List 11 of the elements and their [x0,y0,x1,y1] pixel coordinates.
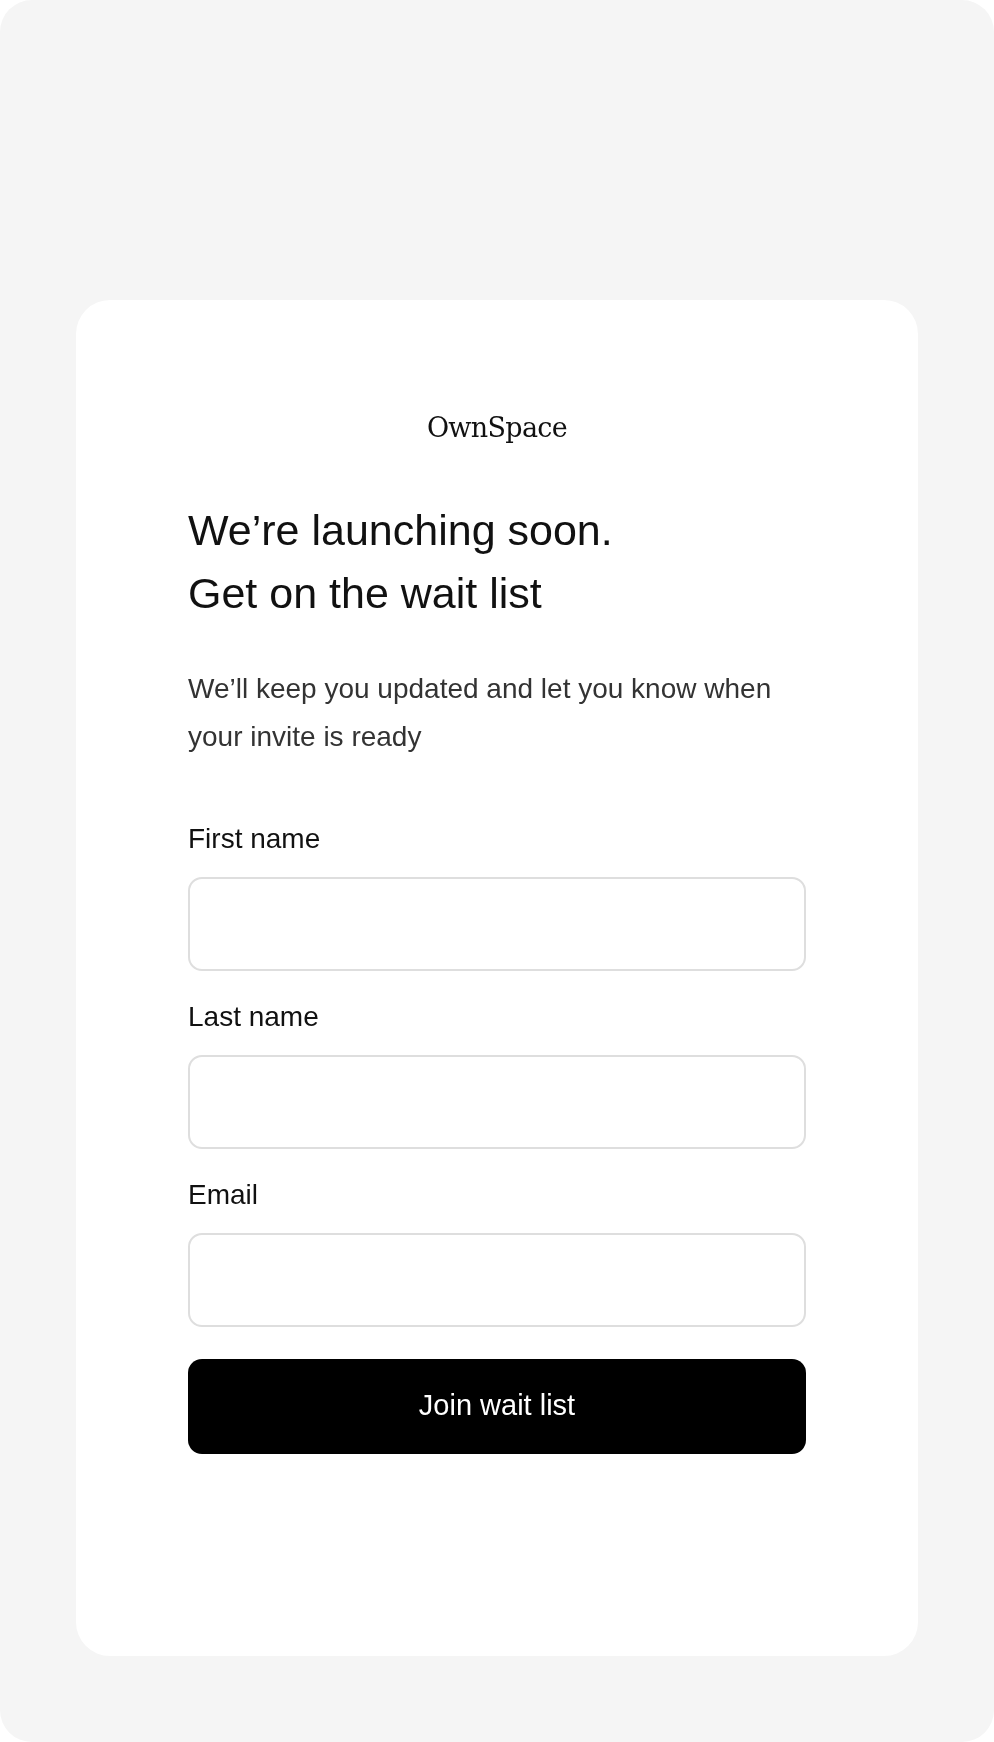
input-field[interactable] [188,1054,806,1149]
input-field[interactable] [188,876,806,971]
heading: Get on the wait list [188,567,543,619]
field-label: Email [188,1177,259,1212]
subtitle: We’ll keep you updated and let you know when your invite is ready [188,671,773,754]
join-button[interactable]: Join wait list [188,1358,806,1454]
input-field[interactable] [188,1232,806,1327]
logo: OwnSpace [426,411,568,445]
heading: We’re launching soon. [188,504,614,556]
field-label: Last name [188,999,320,1034]
field-label: First name [188,821,322,856]
